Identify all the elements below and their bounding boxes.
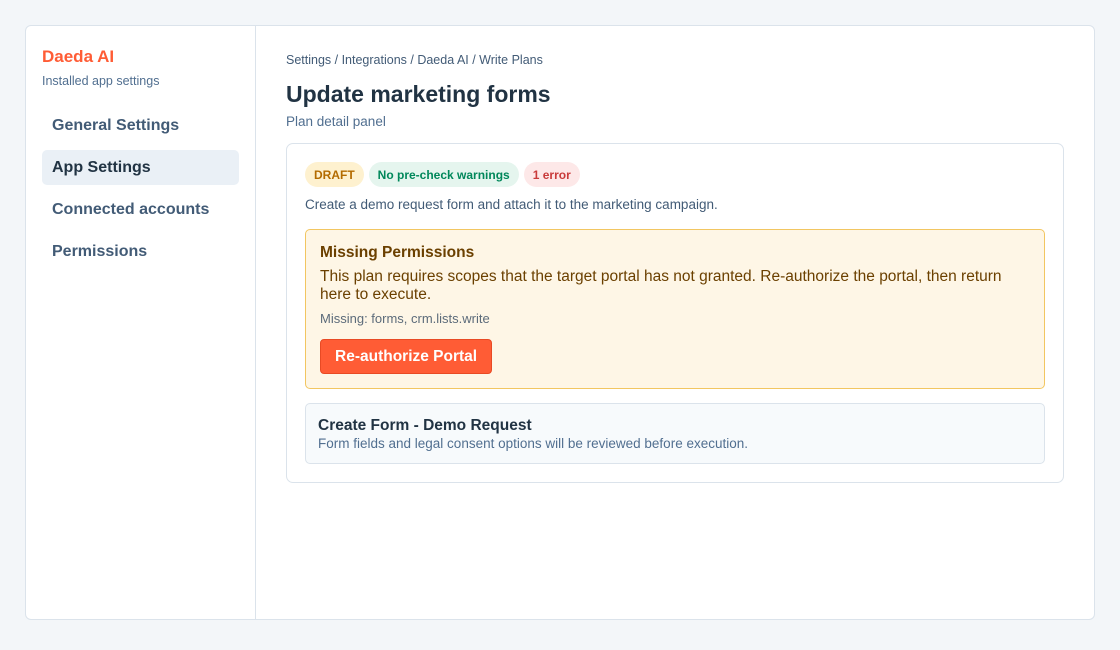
missing-scopes-text: Missing: forms, crm.lists.write [320,311,490,326]
sidebar-item-connected-accounts[interactable]: Connected accounts [42,192,239,227]
app-subtitle: Installed app settings [42,74,160,88]
alert-body: This plan requires scopes that the targe… [320,268,1002,303]
plan-badges: DRAFT No pre-check warnings 1 error [305,162,1045,187]
sidebar-item-general-settings[interactable]: General Settings [42,108,239,143]
status-badge: DRAFT [305,162,364,187]
sidebar: Daeda AI Installed app settings General … [26,26,256,619]
warnings-badge: No pre-check warnings [368,162,519,187]
reauthorize-portal-button[interactable]: Re-authorize Portal [320,339,493,374]
app-window: Daeda AI Installed app settings General … [25,25,1095,620]
app-brand: Daeda AI [42,47,115,66]
step-title: Create Form - Demo Request [318,417,532,434]
main-content: Settings / Integrations / Daeda AI / Wri… [256,26,1094,619]
sidebar-nav: General Settings App Settings Connected … [42,108,239,269]
breadcrumb: Settings / Integrations / Daeda AI / Wri… [286,53,543,67]
plan-detail-card: DRAFT No pre-check warnings 1 error Crea… [286,143,1064,483]
missing-permissions-alert: Missing Permissions This plan requires s… [305,229,1045,389]
plan-description: Create a demo request form and attach it… [305,197,718,212]
alert-title: Missing Permissions [320,244,475,261]
page-subtitle: Plan detail panel [286,114,386,129]
sidebar-item-permissions[interactable]: Permissions [42,234,239,269]
sidebar-item-app-settings[interactable]: App Settings [42,150,239,185]
error-count-badge: 1 error [523,162,580,187]
page-title: Update marketing forms [286,81,551,107]
plan-step-item: Create Form - Demo Request Form fields a… [305,403,1045,464]
step-description: Form fields and legal consent options wi… [318,436,748,451]
